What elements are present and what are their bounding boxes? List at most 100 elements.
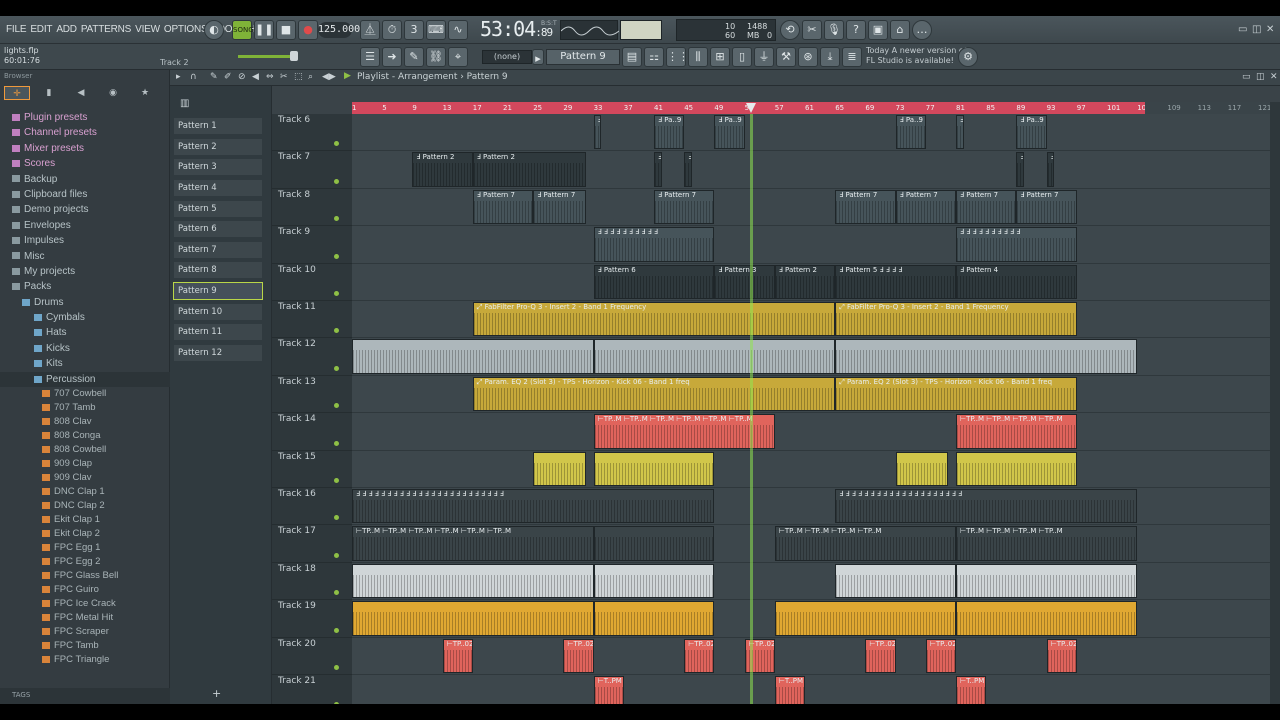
browser-item[interactable]: FPC Guiro	[0, 583, 170, 597]
track-header[interactable]: Track 11	[272, 301, 352, 339]
browser-item[interactable]: Cymbals	[0, 310, 170, 325]
playlist-clip[interactable]: ⊢T..PM	[593, 676, 624, 704]
browser-item[interactable]: FPC Glass Bell	[0, 569, 170, 583]
playlist-clip[interactable]: ⊢TP..02	[442, 638, 473, 673]
stop-icon[interactable]: ■	[276, 20, 296, 40]
playlist-clip[interactable]: ⊢TP..02	[684, 638, 715, 673]
browser-tab-project[interactable]: ▮	[36, 86, 62, 100]
help-icon[interactable]: ?	[846, 20, 866, 40]
playlist-clip[interactable]: ⊢TP..M ⊢TP..M ⊢TP..M ⊢TP..M	[956, 414, 1077, 449]
pattern-selector[interactable]: Pattern 9	[546, 49, 620, 65]
track-lane[interactable]: Ⅎ Pattern 2 Ⅎ Pattern 2 Ⅎ Ⅎ Ⅎ Ⅎ	[352, 151, 1270, 189]
playlist-clip[interactable]: ⊢TP..M ⊢TP..M ⊢TP..M ⊢TP..M	[774, 526, 956, 561]
playlist-clip[interactable]: Ⅎ Pattern 7	[956, 189, 1017, 225]
playlist-clip[interactable]: ⊢T..PM	[774, 676, 805, 704]
browser-item[interactable]: FPC Metal Hit	[0, 611, 170, 625]
track-header[interactable]: Track 13	[272, 375, 352, 414]
playlist-clip[interactable]	[352, 601, 594, 636]
playlist-clip[interactable]: Ⅎ Pattern 7	[654, 189, 715, 225]
brush-icon[interactable]: ✎	[404, 47, 424, 67]
mute-tool-icon[interactable]: ◀	[252, 72, 259, 82]
pl-minimize-icon[interactable]: ▭	[1242, 72, 1251, 82]
browser-item[interactable]: FPC Scraper	[0, 625, 170, 639]
download-icon[interactable]: ⤓	[820, 47, 840, 67]
track-enable-icon[interactable]	[334, 627, 339, 633]
playlist-clip[interactable]: Ⅎ Pa..9	[895, 115, 926, 150]
browser-item[interactable]: Kicks	[0, 341, 170, 356]
tags-bar[interactable]: TAGS	[0, 688, 170, 704]
pattern-item[interactable]: Pattern 7	[170, 240, 271, 261]
playlist-clip[interactable]: Ⅎ Ⅎ Ⅎ Ⅎ Ⅎ Ⅎ Ⅎ Ⅎ Ⅎ Ⅎ	[956, 227, 1077, 262]
paint-tool-icon[interactable]: ✐	[224, 72, 232, 82]
track-lane[interactable]: ⤢ Param. EQ 2 (Slot 3) - TPS - Horizon -…	[352, 375, 1270, 414]
track-lane[interactable]: ⊢TP..02 ⊢TP..02 ⊢TP..02 ⊢TP..02 ⊢TP..02 ⊢TP..…	[352, 637, 1270, 675]
vertical-scrollbar[interactable]	[1270, 102, 1280, 704]
track-header[interactable]: Track 9	[272, 226, 352, 264]
playlist-clip[interactable]: Ⅎ Pattern 3	[714, 264, 775, 299]
track-header[interactable]: Track 18	[272, 562, 352, 601]
tempo-display[interactable]: 125.000	[318, 22, 360, 38]
playlist-clip[interactable]: ⤢ FabFilter Pro-Q 3 - Insert 2 - Band 1 …	[835, 302, 1077, 337]
browser-tab-starred[interactable]: ★	[132, 86, 158, 100]
countdown-icon[interactable]: 3	[404, 20, 424, 40]
timeline-ruler-extension[interactable]: 109 113 117 121	[1145, 102, 1271, 114]
record-icon[interactable]: ●	[298, 20, 318, 40]
pattern-item[interactable]: Pattern 11	[170, 322, 271, 343]
channel-rack-icon[interactable]: ⋮⋮	[666, 47, 689, 67]
track-enable-icon[interactable]	[334, 178, 339, 184]
track-lane[interactable]: ⊢TP..M ⊢TP..M ⊢TP..M ⊢TP..M ⊢TP..M ⊢TP..…	[352, 413, 1270, 451]
pattern-item[interactable]: Pattern 4	[170, 178, 271, 199]
song-mode-button[interactable]: SONG	[232, 20, 254, 40]
pl-arrow-icon[interactable]: ▸	[176, 72, 181, 82]
browser-item[interactable]: FPC Egg 2	[0, 555, 170, 569]
track-lane[interactable]	[352, 450, 1270, 488]
restore-icon[interactable]: ◫	[1252, 24, 1261, 35]
playlist-clip[interactable]: ⤢ Param. EQ 2 (Slot 3) - TPS - Horizon -…	[835, 376, 1077, 412]
browser-item[interactable]: Ekit Clap 2	[0, 527, 170, 541]
browser-item[interactable]: FPC Egg 1	[0, 541, 170, 555]
playlist-clip[interactable]: ⊢TP..02	[1046, 638, 1077, 673]
playlist-clip[interactable]	[895, 451, 949, 486]
browser-item[interactable]: FPC Ice Crack	[0, 597, 170, 611]
pattern-item[interactable]: Pattern 2	[170, 137, 271, 158]
playlist-clip[interactable]	[835, 339, 1138, 374]
browser-item[interactable]: Clipboard files	[0, 187, 170, 202]
playlist-clip[interactable]: Ⅎ Ⅎ Ⅎ Ⅎ Ⅎ Ⅎ Ⅎ Ⅎ Ⅎ Ⅎ Ⅎ Ⅎ Ⅎ Ⅎ Ⅎ Ⅎ Ⅎ Ⅎ Ⅎ Ⅎ …	[352, 489, 715, 524]
playlist-clip[interactable]	[593, 451, 715, 486]
track-enable-icon[interactable]	[334, 290, 339, 296]
plugin-icon[interactable]: ⌂	[890, 20, 910, 40]
playlist-clip[interactable]: ⊢TP..02	[925, 638, 956, 673]
magnet-icon[interactable]: ∩	[190, 72, 197, 82]
track-lane[interactable]: ⤢ FabFilter Pro-Q 3 - Insert 2 - Band 1 …	[352, 301, 1270, 339]
plugin-picker-icon[interactable]: ⊞	[710, 47, 730, 67]
chat-icon[interactable]: …	[912, 20, 932, 40]
playlist-clip[interactable]	[956, 563, 1138, 599]
track-enable-icon[interactable]	[334, 216, 339, 222]
playlist-clip[interactable]: ⊢TP..M ⊢TP..M ⊢TP..M ⊢TP..M	[956, 526, 1138, 561]
track-header[interactable]: Track 16	[272, 488, 352, 526]
pause-icon[interactable]: ❚❚	[254, 20, 274, 40]
playlist-clip[interactable]	[774, 601, 956, 636]
track-header[interactable]: Track 15	[272, 450, 352, 488]
browser-tab-sounds[interactable]: ◀	[68, 86, 94, 100]
arrow-right-icon[interactable]: ➜	[382, 47, 402, 67]
menu-patterns[interactable]: PATTERNS	[79, 24, 133, 35]
playlist-clip[interactable]: Ⅎ	[654, 152, 662, 187]
browser-item[interactable]: DNC Clap 2	[0, 499, 170, 513]
browser-item[interactable]: Percussion	[0, 371, 170, 388]
browser-item[interactable]: Hats	[0, 325, 170, 340]
menu-edit[interactable]: EDIT	[28, 24, 54, 35]
track-header[interactable]: Track 19	[272, 600, 352, 638]
track-header[interactable]: Track 21	[272, 675, 352, 704]
wait-input-icon[interactable]: ⏱	[382, 20, 402, 40]
browser-item[interactable]: 707 Cowbell	[0, 387, 170, 401]
delete-tool-icon[interactable]: ⊘	[238, 72, 246, 82]
pattern-mode-icon[interactable]: ☰	[360, 47, 380, 67]
playlist-clip[interactable]: Ⅎ Pattern 7	[472, 189, 534, 225]
minimize-icon[interactable]: ▭	[1238, 24, 1247, 35]
playlist-clip[interactable]: Ⅎ Ⅎ Ⅎ Ⅎ Ⅎ Ⅎ Ⅎ Ⅎ Ⅎ Ⅎ Ⅎ Ⅎ Ⅎ Ⅎ Ⅎ Ⅎ Ⅎ Ⅎ Ⅎ Ⅎ	[835, 489, 1138, 524]
file-icon[interactable]: ▯	[732, 47, 752, 67]
browser-item[interactable]: 909 Clap	[0, 457, 170, 471]
pl-close-icon[interactable]: ✕	[1270, 72, 1278, 82]
playlist-clip[interactable]: Ⅎ Pattern 7	[1016, 189, 1077, 225]
